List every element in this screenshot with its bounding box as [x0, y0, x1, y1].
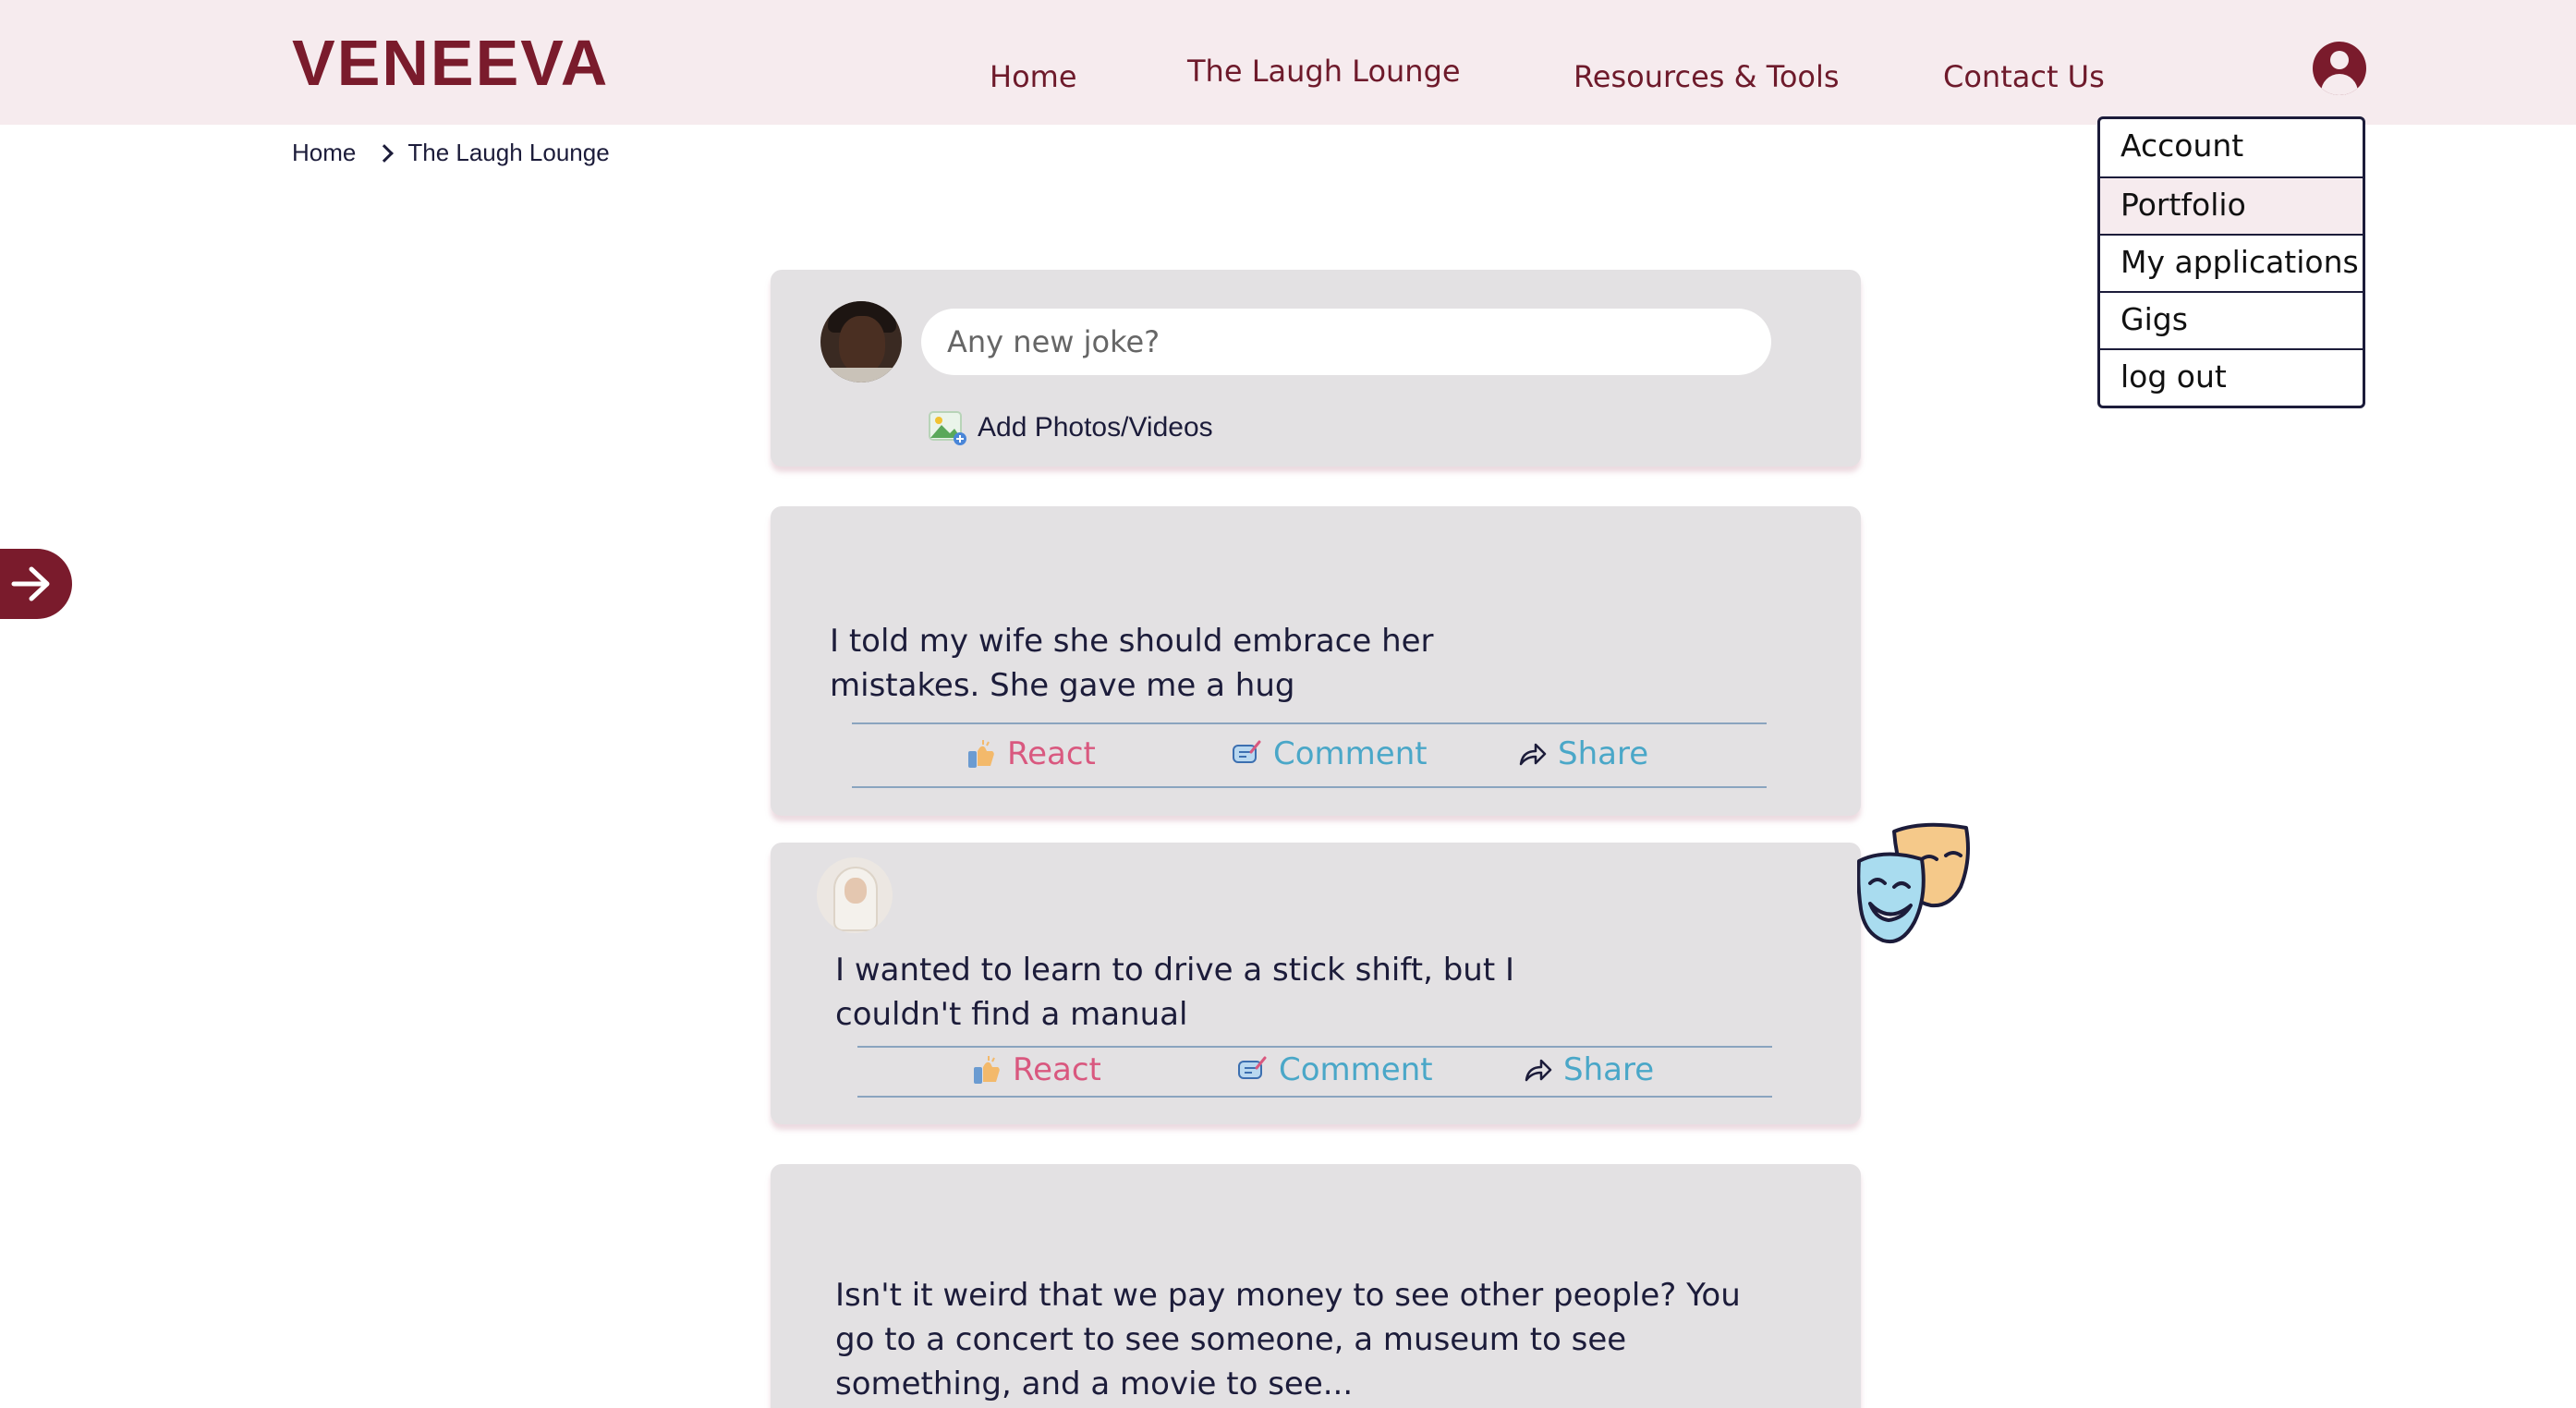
chevron-right-icon [375, 143, 395, 163]
react-label: React [1013, 1051, 1101, 1088]
comment-icon [1238, 1056, 1267, 1079]
theater-masks-icon [1857, 822, 1970, 943]
share-button[interactable]: Share [1517, 735, 1648, 772]
comment-icon [1233, 740, 1261, 763]
menu-item-portfolio[interactable]: Portfolio [2100, 176, 2363, 234]
breadcrumb-home[interactable]: Home [292, 139, 356, 167]
image-upload-icon [929, 411, 966, 445]
menu-item-gigs[interactable]: Gigs [2100, 291, 2363, 348]
user-dropdown-menu: Account Portfolio My applications Gigs l… [2097, 116, 2365, 408]
menu-item-my-applications[interactable]: My applications [2100, 234, 2363, 291]
post-author-avatar[interactable] [817, 857, 893, 933]
share-icon [1519, 743, 1547, 766]
breadcrumb: Home The Laugh Lounge [292, 139, 610, 167]
brand-logo[interactable]: VENEEVA [292, 26, 609, 100]
add-photos-videos-label: Add Photos/Videos [978, 412, 1213, 443]
sidebar-toggle-button[interactable] [0, 549, 72, 619]
post-text-line: Isn't it weird that we pay money to see … [835, 1277, 1741, 1314]
menu-item-account[interactable]: Account [2100, 119, 2363, 176]
share-label: Share [1563, 1051, 1655, 1088]
nav-laugh-lounge[interactable]: The Laugh Lounge [1187, 54, 1461, 89]
comment-button[interactable]: Comment [1236, 1051, 1433, 1088]
share-icon [1525, 1059, 1552, 1082]
nav-resources-tools[interactable]: Resources & Tools [1574, 59, 1840, 94]
post-text-line: go to a concert to see someone, a museum… [835, 1321, 1627, 1358]
add-photos-videos-button[interactable]: Add Photos/Videos [928, 408, 1213, 447]
post-text: I wanted to learn to drive a stick shift… [835, 948, 1514, 1037]
clap-icon [974, 1056, 1000, 1084]
breadcrumb-current: The Laugh Lounge [407, 139, 610, 166]
comment-label: Comment [1279, 1051, 1433, 1088]
user-circle-icon[interactable] [2313, 42, 2366, 95]
post-text: Isn't it weird that we pay money to see … [835, 1273, 1741, 1406]
post-text: I told my wife she should embrace her mi… [830, 619, 1434, 708]
new-joke-input[interactable] [921, 309, 1771, 375]
arrow-right-icon [11, 566, 50, 601]
comment-label: Comment [1273, 735, 1428, 772]
post-card: I told my wife she should embrace her mi… [771, 506, 1861, 816]
react-button[interactable]: React [966, 735, 1096, 772]
share-button[interactable]: Share [1523, 1051, 1654, 1088]
post-card: Isn't it weird that we pay money to see … [771, 1164, 1861, 1408]
share-label: Share [1558, 735, 1649, 772]
post-composer: Add Photos/Videos [771, 270, 1861, 467]
post-action-bar: React Comment Share [857, 1046, 1772, 1098]
react-label: React [1007, 735, 1096, 772]
post-text-line: something, and a movie to see... [835, 1366, 1354, 1402]
react-button[interactable]: React [972, 1051, 1101, 1088]
menu-item-log-out[interactable]: log out [2100, 348, 2363, 406]
top-header: VENEEVA Home The Laugh Lounge Resources … [0, 0, 2576, 125]
post-text-line: I told my wife she should embrace her [830, 623, 1434, 660]
post-text-line: I wanted to learn to drive a stick shift… [835, 952, 1514, 989]
user-avatar [820, 301, 902, 382]
comment-button[interactable]: Comment [1231, 735, 1428, 772]
post-card: I wanted to learn to drive a stick shift… [771, 843, 1861, 1124]
post-text-line: couldn't find a manual [835, 996, 1188, 1033]
nav-home[interactable]: Home [990, 59, 1077, 94]
nav-contact-us[interactable]: Contact Us [1943, 59, 2105, 94]
post-action-bar: React Comment Share [852, 722, 1767, 788]
clap-icon [968, 740, 994, 768]
post-text-line: mistakes. She gave me a hug [830, 667, 1295, 704]
